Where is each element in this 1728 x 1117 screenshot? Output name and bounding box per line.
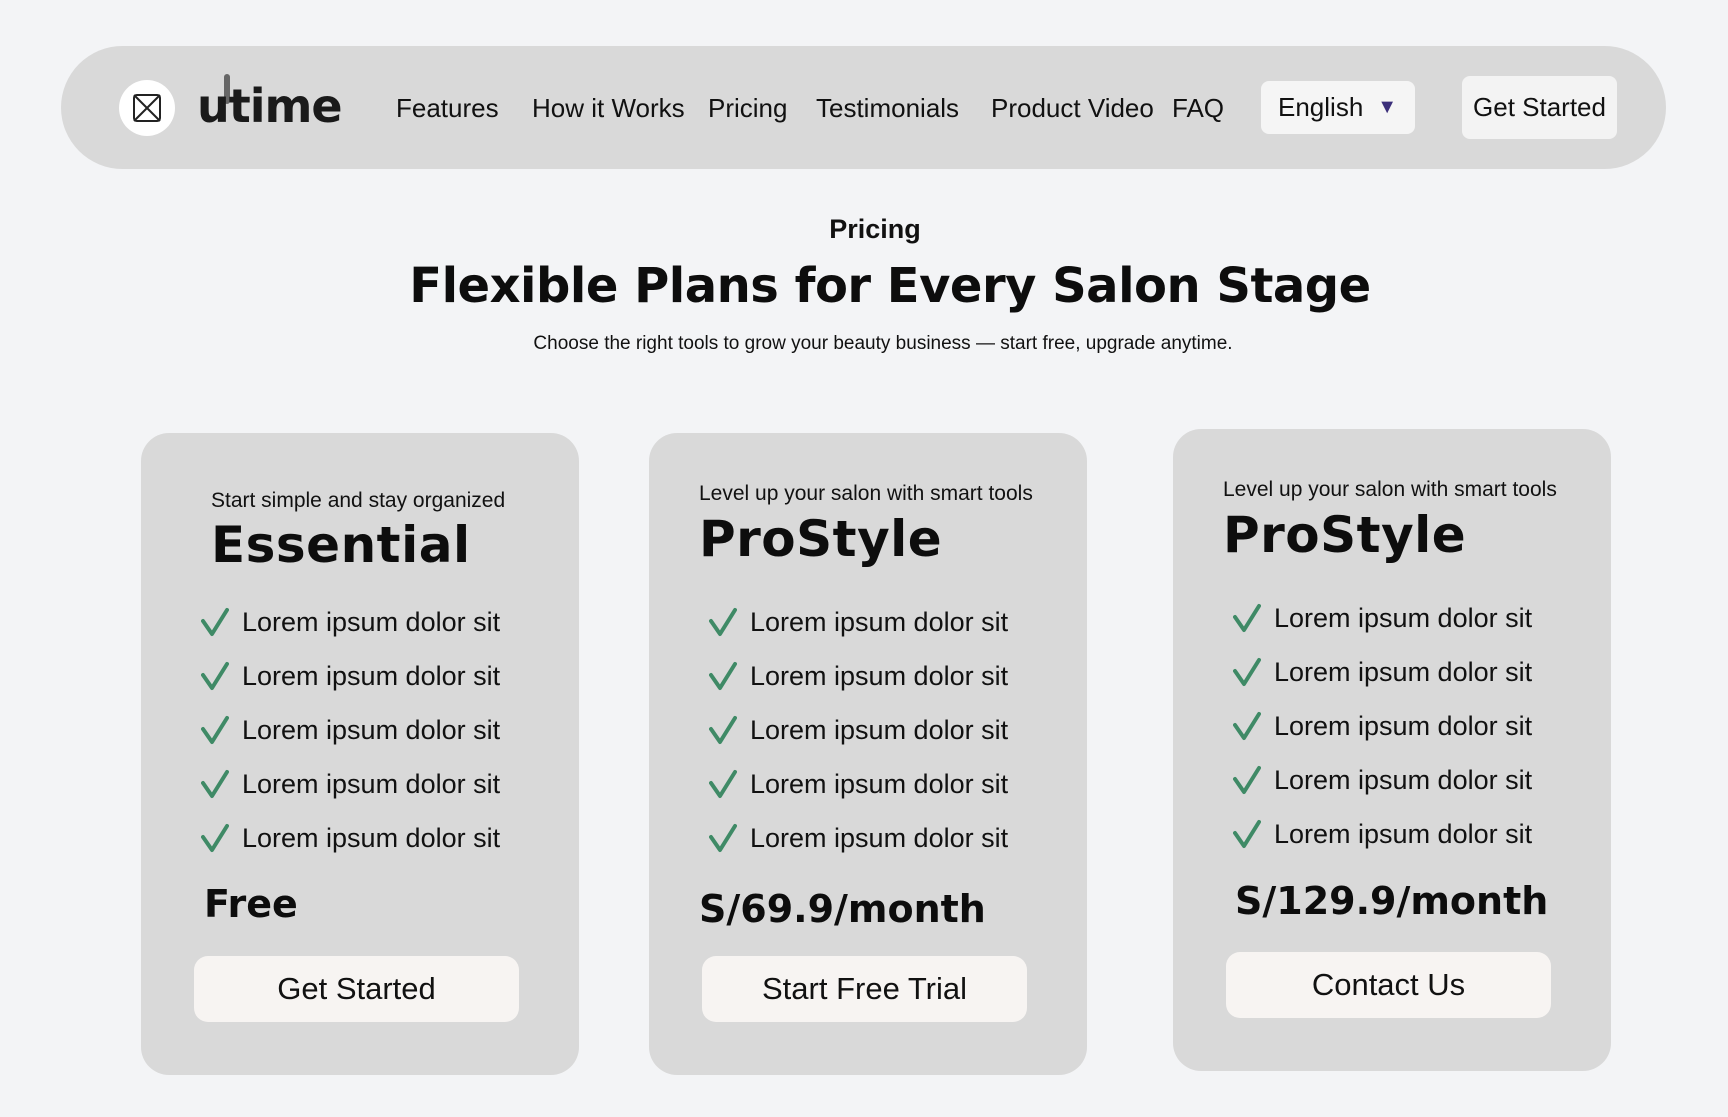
feature-text: Lorem ipsum dolor sit [750, 714, 1009, 745]
nav-link-faq[interactable]: FAQ [1172, 92, 1224, 124]
feature-item: Lorem ipsum dolor sit [709, 811, 1008, 865]
checkmark-icon [1233, 712, 1261, 740]
checkmark-icon [1233, 766, 1261, 794]
checkmark-icon [201, 716, 229, 744]
feature-item: Lorem ipsum dolor sit [1233, 807, 1532, 861]
nav-link-pricing[interactable]: Pricing [708, 92, 787, 124]
feature-text: Lorem ipsum dolor sit [242, 822, 501, 853]
feature-text: Lorem ipsum dolor sit [242, 606, 501, 637]
feature-item: Lorem ipsum dolor sit [1233, 591, 1532, 645]
feature-item: Lorem ipsum dolor sit [1233, 753, 1532, 807]
feature-item: Lorem ipsum dolor sit [201, 703, 500, 757]
feature-item: Lorem ipsum dolor sit [1233, 645, 1532, 699]
feature-item: Lorem ipsum dolor sit [709, 595, 1008, 649]
feature-list: Lorem ipsum dolor sit Lorem ipsum dolor … [709, 595, 1008, 865]
page-title: Flexible Plans for Every Salon Stage [409, 258, 1371, 314]
feature-text: Lorem ipsum dolor sit [750, 660, 1009, 691]
get-started-plan-button[interactable]: Get Started [194, 956, 519, 1022]
nav-link-features[interactable]: Features [396, 92, 499, 124]
feature-item: Lorem ipsum dolor sit [709, 703, 1008, 757]
feature-text: Lorem ipsum dolor sit [242, 768, 501, 799]
plan-card-prostyle: Level up your salon with smart tools Pro… [649, 433, 1087, 1075]
nav-link-how-it-works[interactable]: How it Works [532, 92, 685, 124]
feature-item: Lorem ipsum dolor sit [709, 649, 1008, 703]
plan-name: ProStyle [1223, 506, 1467, 564]
feature-item: Lorem ipsum dolor sit [1233, 699, 1532, 753]
checkmark-icon [1233, 658, 1261, 686]
feature-list: Lorem ipsum dolor sit Lorem ipsum dolor … [1233, 591, 1532, 861]
nav-link-testimonials[interactable]: Testimonials [816, 92, 959, 124]
contact-us-button[interactable]: Contact Us [1226, 952, 1551, 1018]
feature-list: Lorem ipsum dolor sit Lorem ipsum dolor … [201, 595, 500, 865]
checkmark-icon [709, 824, 737, 852]
feature-text: Lorem ipsum dolor sit [750, 606, 1009, 637]
checkmark-icon [201, 662, 229, 690]
feature-item: Lorem ipsum dolor sit [709, 757, 1008, 811]
logo-badge[interactable] [119, 80, 175, 136]
feature-text: Lorem ipsum dolor sit [1274, 656, 1533, 687]
feature-item: Lorem ipsum dolor sit [201, 757, 500, 811]
feature-text: Lorem ipsum dolor sit [1274, 764, 1533, 795]
nav-link-product-video[interactable]: Product Video [991, 92, 1154, 124]
plan-price: Free [204, 882, 298, 926]
plan-tagline: Level up your salon with smart tools [699, 482, 1033, 505]
plan-card-prostyle-premium: Level up your salon with smart tools Pro… [1173, 429, 1611, 1071]
feature-item: Lorem ipsum dolor sit [201, 649, 500, 703]
checkmark-icon [1233, 820, 1261, 848]
checkmark-icon [201, 824, 229, 852]
checkmark-icon [201, 608, 229, 636]
feature-text: Lorem ipsum dolor sit [750, 822, 1009, 853]
feature-text: Lorem ipsum dolor sit [1274, 818, 1533, 849]
feature-text: Lorem ipsum dolor sit [242, 660, 501, 691]
plan-tagline: Start simple and stay organized [211, 489, 506, 512]
checkmark-icon [709, 662, 737, 690]
language-select[interactable]: English ▼ [1261, 81, 1415, 134]
feature-text: Lorem ipsum dolor sit [1274, 710, 1533, 741]
section-eyebrow: Pricing [829, 214, 921, 244]
caret-down-icon: ▼ [1377, 96, 1397, 118]
feature-text: Lorem ipsum dolor sit [242, 714, 501, 745]
plan-tagline: Level up your salon with smart tools [1223, 478, 1557, 501]
plan-name: ProStyle [699, 510, 943, 568]
plan-card-essential: Start simple and stay organized Essentia… [141, 433, 579, 1075]
page-subtitle: Choose the right tools to grow your beau… [533, 333, 1233, 354]
get-started-button[interactable]: Get Started [1462, 76, 1617, 139]
checkmark-icon [709, 770, 737, 798]
checkmark-icon [709, 716, 737, 744]
feature-text: Lorem ipsum dolor sit [750, 768, 1009, 799]
plan-price: S/129.9/month [1235, 879, 1549, 923]
checkmark-icon [201, 770, 229, 798]
plan-price: S/69.9/month [699, 887, 986, 931]
plan-name: Essential [211, 516, 471, 574]
checkmark-icon [1233, 604, 1261, 632]
feature-item: Lorem ipsum dolor sit [201, 595, 500, 649]
feature-item: Lorem ipsum dolor sit [201, 811, 500, 865]
start-free-trial-button[interactable]: Start Free Trial [702, 956, 1027, 1022]
image-placeholder-icon [133, 94, 161, 122]
brand-logo[interactable]: utime [197, 76, 343, 136]
feature-text: Lorem ipsum dolor sit [1274, 602, 1533, 633]
checkmark-icon [709, 608, 737, 636]
language-select-value: English [1278, 92, 1364, 122]
top-nav: utime Features How it Works Pricing Test… [61, 46, 1666, 169]
